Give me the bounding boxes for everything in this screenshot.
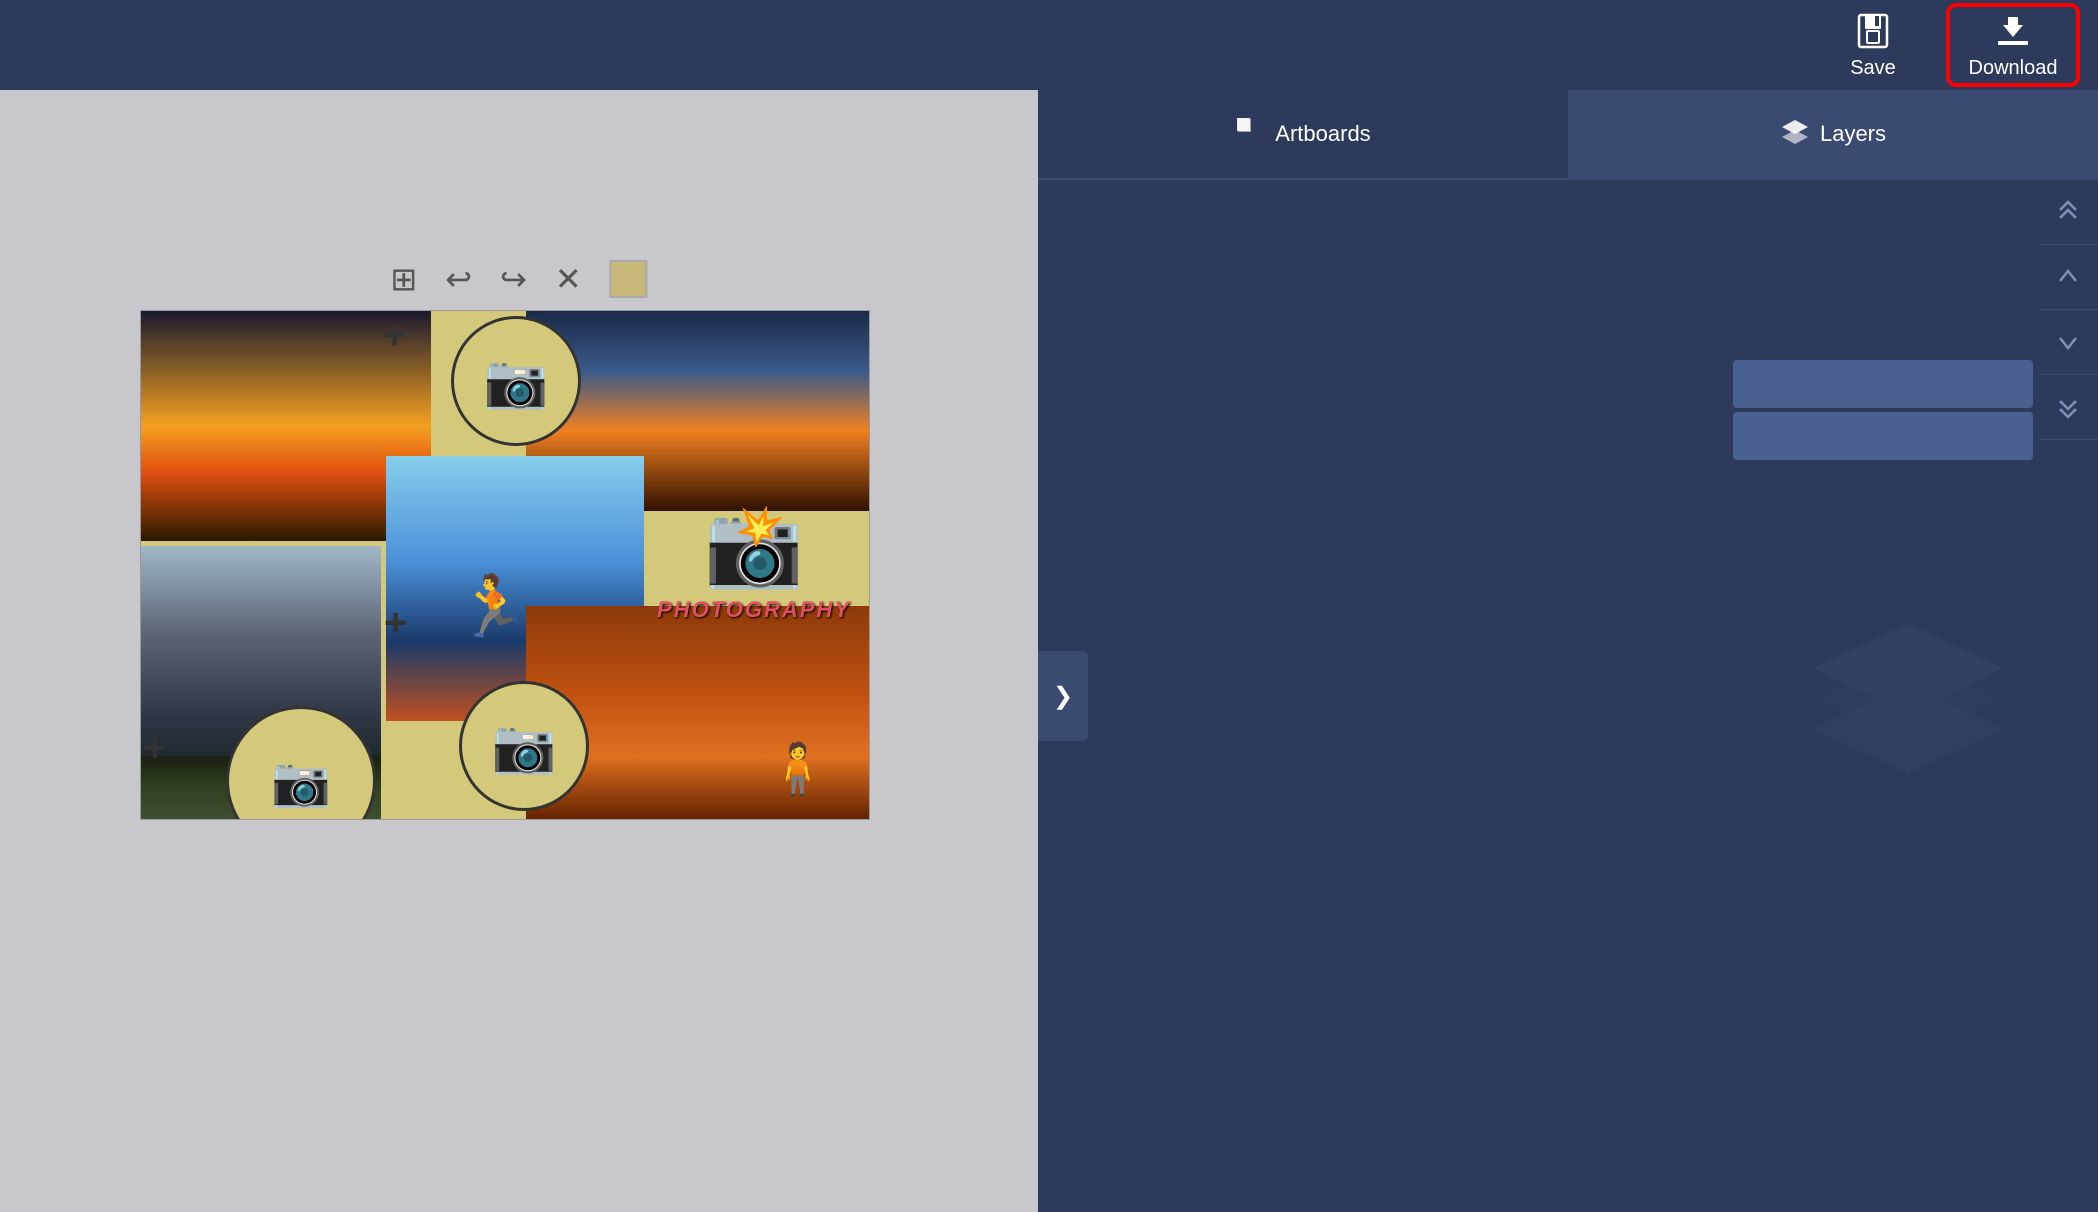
plus-icon-center: + <box>384 601 407 646</box>
camera-big-icon: 📸 <box>704 499 804 593</box>
arrow-up-double-button[interactable] <box>2038 180 2098 245</box>
arrow-down-button[interactable] <box>2038 310 2098 375</box>
save-icon <box>1853 11 1893 51</box>
layer-item-2[interactable] <box>1733 412 2033 460</box>
panel-tabs: Artboards Layers <box>1038 90 2098 180</box>
artboards-label: Artboards <box>1275 121 1370 147</box>
main-area: ⊞ ↩ ↪ ✕ 📷 📷 📷 + + <box>0 90 2098 1212</box>
right-arrows <box>2038 180 2098 440</box>
save-button[interactable]: Save <box>1808 5 1938 85</box>
right-panel: Artboards Layers <box>1038 90 2098 1212</box>
redo-icon[interactable]: ↪ <box>500 260 527 298</box>
canvas-area: ⊞ ↩ ↪ ✕ 📷 📷 📷 + + <box>0 90 1038 1212</box>
download-icon <box>1993 11 2033 51</box>
panel-content: ❯ <box>1038 180 2098 1212</box>
canvas-toolbar: ⊞ ↩ ↪ ✕ <box>390 260 647 298</box>
layers-watermark-icon <box>1798 614 2018 779</box>
jumper-silhouette: 🏃 <box>456 571 531 642</box>
download-button[interactable]: Download <box>1948 5 2078 85</box>
color-swatch[interactable] <box>610 260 648 298</box>
layers-label: Layers <box>1820 121 1886 147</box>
collapse-icon: ❯ <box>1053 682 1073 711</box>
collage-canvas[interactable]: 📷 📷 📷 + + + 📸 PHOTOGRAPHY 🏃 🧍 <box>140 310 870 820</box>
arrow-up-button[interactable] <box>2038 245 2098 310</box>
layer-list <box>1733 360 2033 460</box>
tab-layers[interactable]: Layers <box>1568 90 2098 178</box>
photography-logo: 📸 PHOTOGRAPHY <box>654 456 854 666</box>
tab-artboards[interactable]: Artboards <box>1038 90 1568 178</box>
layer-item-1[interactable] <box>1733 360 2033 408</box>
close-icon[interactable]: ✕ <box>555 260 582 298</box>
camera-icon-circle-bottom: 📷 <box>459 681 589 811</box>
photography-text: PHOTOGRAPHY <box>657 597 851 623</box>
header: Save Download <box>0 0 2098 90</box>
undo-icon[interactable]: ↩ <box>445 260 472 298</box>
plus-icon-top: + <box>383 313 406 358</box>
person-light-icon: 🧍 <box>767 740 829 799</box>
collapse-panel-button[interactable]: ❯ <box>1038 651 1088 741</box>
plus-icon-bottom: + <box>143 726 166 771</box>
grid-icon[interactable]: ⊞ <box>390 260 417 298</box>
camera-icon-circle-top: 📷 <box>451 316 581 446</box>
collage-inner: 📷 📷 📷 + + + 📸 PHOTOGRAPHY 🏃 🧍 <box>141 311 869 819</box>
download-label: Download <box>1969 57 2058 80</box>
save-label: Save <box>1850 57 1896 80</box>
layers-icon <box>1780 118 1810 151</box>
artboards-icon <box>1235 116 1265 153</box>
arrow-down-double-button[interactable] <box>2038 375 2098 440</box>
